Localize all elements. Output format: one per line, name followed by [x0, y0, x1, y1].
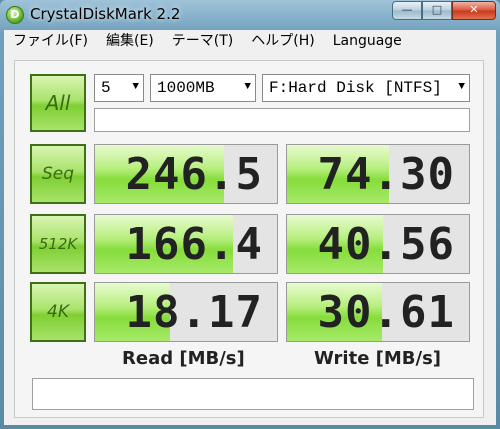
write-column-label: Write [MB/s] [314, 348, 442, 369]
512k-button[interactable]: 512K [30, 214, 86, 274]
seq-read-result: 246.5 [94, 144, 278, 204]
4k-write-result: 30.61 [286, 282, 470, 342]
minimize-button[interactable]: — [392, 1, 422, 20]
title-bar[interactable]: D CrystalDiskMark 2.2 — □ ✕ [0, 0, 500, 30]
window-title: CrystalDiskMark 2.2 [30, 5, 181, 23]
close-button[interactable]: ✕ [452, 1, 496, 20]
4k-button[interactable]: 4K [30, 282, 86, 342]
4k-write-value: 30.61 [317, 287, 455, 338]
4k-read-value: 18.17 [125, 287, 263, 338]
chevron-down-icon: ▼ [458, 81, 465, 93]
seq-write-value: 74.30 [317, 149, 455, 200]
app-logo-icon: D [6, 6, 24, 24]
test-size-select[interactable]: 1000MB ▼ [150, 74, 256, 102]
menu-bar: ファイル(F) 編集(E) テーマ(T) ヘルプ(H) Language [4, 30, 496, 52]
comment-field[interactable] [94, 108, 470, 132]
app-window: D CrystalDiskMark 2.2 — □ ✕ ファイル(F) 編集(E… [0, 0, 500, 429]
chevron-down-icon: ▼ [132, 81, 139, 93]
drive-select[interactable]: F:Hard Disk [NTFS] ▼ [262, 74, 470, 102]
maximize-button[interactable]: □ [422, 1, 452, 20]
menu-edit[interactable]: 編集(E) [97, 30, 163, 52]
seq-write-result: 74.30 [286, 144, 470, 204]
menu-help[interactable]: ヘルプ(H) [242, 30, 323, 52]
512k-read-value: 166.4 [125, 219, 263, 270]
menu-file[interactable]: ファイル(F) [4, 30, 97, 52]
test-size-value: 1000MB [157, 79, 215, 97]
all-button[interactable]: All [30, 74, 86, 132]
512k-write-value: 40.56 [317, 219, 455, 270]
client-area: All 5 ▼ 1000MB ▼ F:Hard Disk [NTFS] ▼ Se… [4, 52, 496, 425]
test-count-select[interactable]: 5 ▼ [94, 74, 144, 102]
chevron-down-icon: ▼ [244, 81, 251, 93]
drive-value: F:Hard Disk [NTFS] [269, 79, 442, 97]
read-column-label: Read [MB/s] [122, 348, 245, 369]
status-bar [32, 378, 474, 410]
seq-read-value: 246.5 [125, 149, 263, 200]
caption-buttons: — □ ✕ [392, 1, 496, 21]
test-count-value: 5 [101, 79, 111, 97]
menu-theme[interactable]: テーマ(T) [163, 30, 242, 52]
512k-write-result: 40.56 [286, 214, 470, 274]
512k-read-result: 166.4 [94, 214, 278, 274]
seq-button[interactable]: Seq [30, 144, 86, 204]
4k-read-result: 18.17 [94, 282, 278, 342]
menu-language[interactable]: Language [324, 30, 411, 52]
